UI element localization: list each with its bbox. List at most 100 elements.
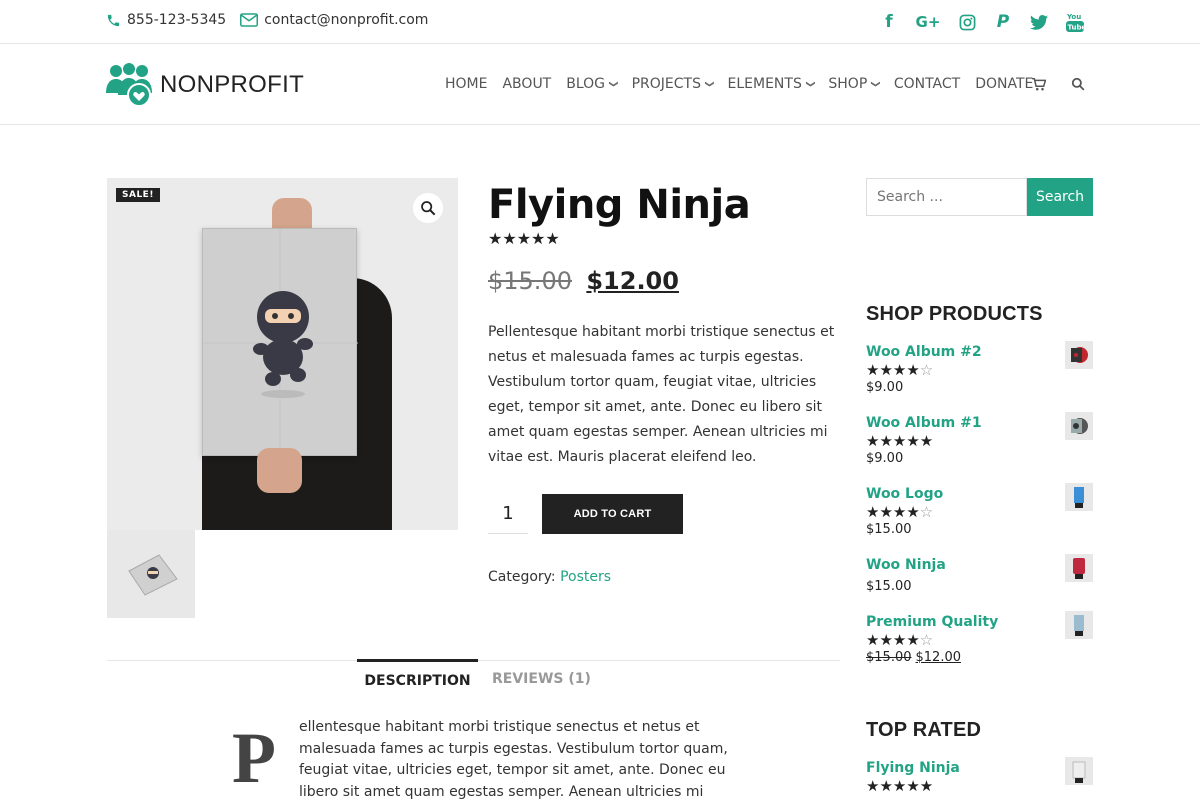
list-item: Woo Album #1 ★★★★★ $9.00 — [866, 412, 1093, 466]
product-link[interactable]: Woo Ninja — [866, 557, 946, 573]
search-form: Search — [866, 178, 1093, 216]
product-link[interactable]: Woo Album #1 — [866, 415, 982, 431]
hoodie-thumbnail[interactable] — [1065, 554, 1093, 582]
nav-label: SHOP — [828, 76, 868, 92]
cart-icon[interactable] — [1032, 77, 1046, 91]
email-contact[interactable]: contact@nonprofit.com — [240, 12, 428, 28]
sale-price: $12.00 — [586, 267, 679, 295]
top-rated-title: TOP RATED — [866, 719, 982, 741]
main-nav: HOME ABOUT BLOG ❯ PROJECTS ❯ ELEMENTS ❯ SHO… — [445, 76, 1048, 92]
top-bar: 855-123-5345 contact@nonprofit.com f G+ … — [0, 0, 1200, 44]
nav-item-donate[interactable]: DONATE — [975, 76, 1033, 92]
social-links: f G+ P You Tube — [864, 11, 1086, 33]
nav-item-elements[interactable]: ELEMENTS ❯ — [727, 76, 815, 92]
product-rating: ★★★★☆ — [866, 503, 1093, 521]
product-image[interactable]: SALE! — [107, 178, 458, 530]
album-thumbnail[interactable] — [1065, 341, 1093, 369]
youtube-icon[interactable]: You Tube — [1064, 11, 1086, 33]
zoom-button[interactable] — [413, 193, 443, 223]
stars-filled: ★★★★★ — [866, 777, 934, 795]
email-address: contact@nonprofit.com — [264, 12, 429, 28]
phone-contact[interactable]: 855-123-5345 — [106, 12, 226, 28]
product-link[interactable]: Premium Quality — [866, 614, 998, 630]
twitter-icon[interactable] — [1028, 11, 1050, 33]
product-thumbnail[interactable] — [107, 530, 195, 618]
poster-thumbnail[interactable] — [1065, 757, 1093, 785]
product-category: Category: Posters — [488, 569, 611, 585]
quantity-input[interactable]: 1 — [488, 494, 528, 534]
ninja-poster — [202, 228, 358, 457]
nav-label: ABOUT — [502, 76, 552, 92]
chevron-down-icon: ❯ — [804, 80, 815, 88]
list-item: Woo Album #2 ★★★★☆ $9.00 — [866, 341, 1093, 395]
nav-label: CONTACT — [893, 76, 961, 92]
phone-number: 855-123-5345 — [127, 12, 227, 28]
product-link[interactable]: Woo Logo — [866, 486, 943, 502]
category-link[interactable]: Posters — [560, 569, 611, 585]
envelope-icon — [240, 13, 259, 27]
stars-filled: ★★★★★ — [866, 432, 934, 450]
old-price: $15.00 — [488, 267, 572, 295]
nav-label: ELEMENTS — [727, 76, 802, 92]
shop-products-title: SHOP PRODUCTS — [866, 303, 1043, 325]
product-price: $9.00 — [866, 380, 904, 395]
svg-text:Tube: Tube — [1068, 24, 1085, 32]
product-short-description: Pellentesque habitant morbi tristique se… — [488, 324, 835, 465]
product-price: $15.00 — [866, 579, 912, 594]
product-rating[interactable]: ★★★★★ — [488, 229, 560, 248]
chevron-down-icon: ❯ — [607, 80, 618, 88]
list-item: Flying Ninja ★★★★★ — [866, 757, 1093, 795]
add-to-cart-button[interactable]: ADD TO CART — [542, 494, 683, 534]
tab-reviews[interactable]: REVIEWS (1) — [492, 659, 591, 699]
site-logo[interactable]: NONPROFIT — [106, 63, 304, 107]
nav-label: BLOG — [566, 76, 606, 92]
list-item: Woo Logo ★★★★☆ $15.00 — [866, 483, 1093, 537]
search-icon[interactable] — [1071, 77, 1085, 91]
nav-item-shop[interactable]: SHOP ❯ — [828, 76, 881, 92]
tshirt-thumbnail[interactable] — [1065, 483, 1093, 511]
product-tabs: DESCRIPTION REVIEWS (1) — [107, 659, 840, 689]
old-price: $15.00 — [866, 650, 912, 665]
tab-description[interactable]: DESCRIPTION — [357, 659, 478, 699]
google-plus-icon[interactable]: G+ — [914, 11, 942, 33]
description-text: ellentesque habitant morbi tristique sen… — [299, 719, 728, 800]
stars-filled: ★★★★ — [866, 503, 920, 521]
album-thumbnail[interactable] — [1065, 412, 1093, 440]
stars-filled: ★★★★ — [866, 361, 920, 379]
nav-item-blog[interactable]: BLOG ❯ — [566, 76, 618, 92]
drop-cap: P — [232, 718, 276, 798]
product-price: $15.00 $12.00 — [866, 650, 1093, 665]
sale-badge: SALE! — [116, 188, 160, 202]
nav-label: PROJECTS — [631, 76, 701, 92]
nav-item-about[interactable]: ABOUT — [502, 76, 551, 92]
nav-item-contact[interactable]: CONTACT — [894, 76, 960, 92]
chevron-down-icon: ❯ — [870, 80, 881, 88]
hand-bottom — [257, 448, 302, 493]
site-header: NONPROFIT HOME ABOUT BLOG ❯ PROJECTS ❯ ELE… — [0, 44, 1200, 125]
people-heart-icon — [106, 63, 152, 107]
product-rating: ★★★★☆ — [866, 361, 1093, 379]
nav-item-home[interactable]: HOME — [445, 76, 487, 92]
tshirt-thumbnail[interactable] — [1065, 611, 1093, 639]
instagram-icon[interactable] — [956, 11, 978, 33]
chevron-down-icon: ❯ — [703, 80, 714, 88]
magnifier-icon — [421, 201, 436, 216]
stars-filled: ★★★★ — [866, 631, 920, 649]
stars-empty: ☆ — [919, 503, 934, 521]
search-button[interactable]: Search — [1027, 178, 1093, 216]
facebook-icon[interactable]: f — [878, 11, 900, 33]
product-link[interactable]: Flying Ninja — [866, 760, 960, 776]
contact-info: 855-123-5345 contact@nonprofit.com — [106, 12, 442, 28]
phone-icon — [107, 14, 120, 26]
paypal-icon[interactable]: P — [992, 11, 1014, 33]
ninja-illustration — [203, 229, 358, 457]
product-title: Flying Ninja — [488, 182, 751, 228]
search-input[interactable] — [866, 178, 1027, 216]
sale-price: $12.00 — [915, 650, 962, 665]
nav-item-projects[interactable]: PROJECTS ❯ — [631, 76, 714, 92]
product-price: $9.00 — [866, 451, 904, 466]
product-price: $15.00 — [866, 522, 912, 537]
header-icons — [1032, 77, 1110, 91]
product-rating: ★★★★★ — [866, 777, 1093, 795]
product-link[interactable]: Woo Album #2 — [866, 344, 982, 360]
